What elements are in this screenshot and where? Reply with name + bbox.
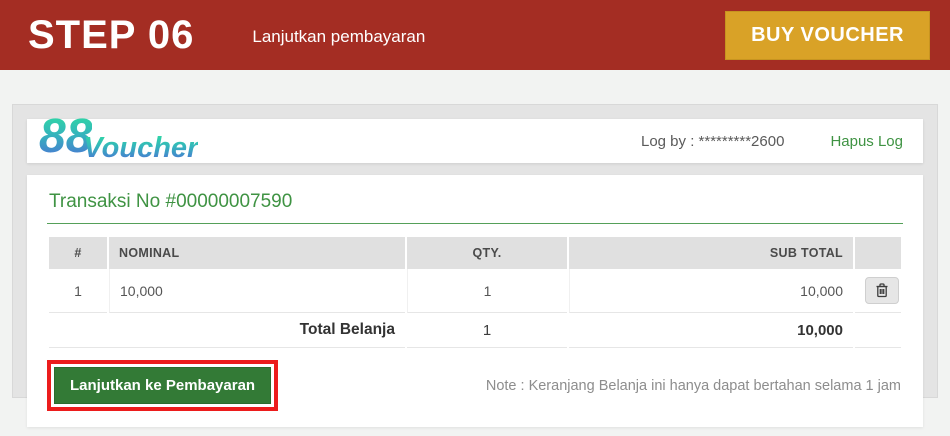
transaction-panel: Transaksi No #00000007590 # NOMINAL QTY.… (27, 175, 923, 427)
cell-row-number: 1 (49, 269, 107, 313)
logged-in-user-label: Log by : *********2600 (641, 133, 784, 150)
highlight-annotation: Lanjutkan ke Pembayaran (47, 360, 278, 411)
table-header-row: # NOMINAL QTY. SUB TOTAL (49, 237, 901, 269)
continue-payment-button[interactable]: Lanjutkan ke Pembayaran (54, 367, 271, 404)
transaction-title: Transaksi No #00000007590 (47, 189, 903, 223)
total-actions-empty (855, 313, 901, 348)
green-divider (47, 223, 903, 224)
table-row: 1 10,000 1 10,000 (49, 269, 901, 313)
step-subtitle: Lanjutkan pembayaran (252, 27, 425, 47)
total-label: Total Belanja (49, 313, 405, 348)
buy-voucher-button[interactable]: BUY VOUCHER (725, 11, 930, 60)
total-row: Total Belanja 1 10,000 (49, 313, 901, 348)
hapus-log-link[interactable]: Hapus Log (830, 133, 903, 150)
header-actions (855, 237, 901, 269)
site-logo: 88 Voucher (39, 115, 198, 158)
total-qty: 1 (407, 313, 567, 348)
step-banner: STEP 06 Lanjutkan pembayaran BUY VOUCHER (0, 0, 950, 70)
logo-voucher-text: Voucher (83, 135, 198, 161)
site-header-bar: 88 Voucher Log by : *********2600 Hapus … (27, 119, 923, 163)
cell-actions (855, 269, 901, 313)
header-no: # (49, 237, 107, 269)
step-label: STEP 06 (28, 13, 194, 58)
header-qty: QTY. (407, 237, 567, 269)
cart-card: 88 Voucher Log by : *********2600 Hapus … (12, 104, 938, 398)
cell-qty: 1 (407, 269, 567, 313)
header-subtotal: SUB TOTAL (569, 237, 853, 269)
cell-nominal: 10,000 (109, 269, 405, 313)
panel-footer: Lanjutkan ke Pembayaran Note : Keranjang… (47, 360, 903, 411)
total-subtotal: 10,000 (569, 313, 853, 348)
cart-expiry-note: Note : Keranjang Belanja ini hanya dapat… (486, 378, 903, 394)
delete-row-button[interactable] (865, 277, 899, 304)
cell-subtotal: 10,000 (569, 269, 853, 313)
trash-icon (875, 283, 889, 298)
header-nominal: NOMINAL (109, 237, 405, 269)
cart-table: # NOMINAL QTY. SUB TOTAL 1 10,000 1 10,0… (47, 237, 903, 348)
